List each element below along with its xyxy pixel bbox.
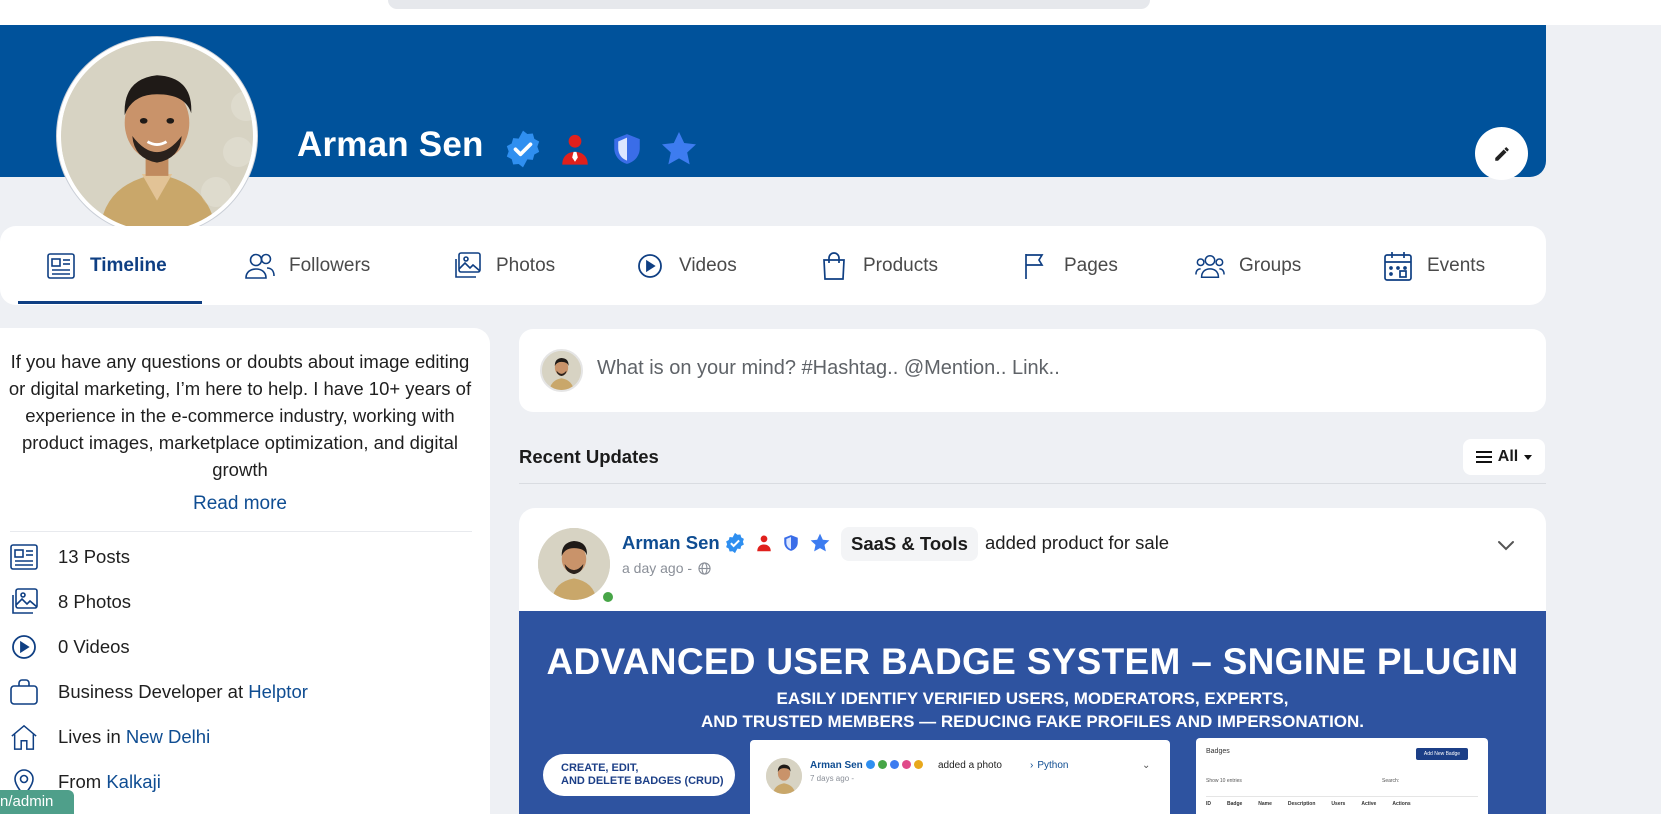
tab-videos[interactable]: Videos	[635, 226, 737, 305]
play-circle-icon	[10, 633, 38, 661]
active-tab-indicator	[18, 301, 202, 304]
status-bar-url: n/admin	[0, 790, 74, 814]
photos-icon	[10, 588, 38, 616]
tab-products[interactable]: Products	[819, 226, 938, 305]
avatar-upload-icon[interactable]	[201, 177, 231, 207]
verified-check-icon	[726, 532, 744, 554]
pencil-icon	[1494, 146, 1509, 161]
divider	[519, 483, 1546, 484]
admin-user-icon	[555, 129, 595, 169]
menu-lines-icon	[1475, 451, 1492, 463]
post-author-badges	[724, 532, 831, 554]
search-bar[interactable]	[388, 0, 1150, 9]
feed-title: Recent Updates	[519, 446, 659, 467]
post-timestamp: a day ago -	[622, 560, 711, 576]
top-navbar	[0, 0, 1661, 25]
post-author-name[interactable]: Arman Sen	[622, 532, 720, 554]
info-work: Business Developer at Helptor	[10, 678, 308, 706]
promo-headline: ADVANCED USER BADGE SYSTEM – SNGINE PLUG…	[546, 641, 1519, 682]
hometown-link[interactable]: Kalkaji	[106, 771, 161, 792]
stat-videos[interactable]: 0 Videos	[10, 633, 130, 661]
caret-down-icon	[1524, 454, 1533, 460]
about-card: If you have any questions or doubts abou…	[0, 328, 490, 814]
home-icon	[10, 723, 38, 751]
shopping-bag-icon	[819, 251, 849, 281]
post-category-chip[interactable]: SaaS & Tools	[841, 527, 978, 561]
chevron-down-icon: ⌄	[1142, 760, 1151, 771]
tab-pages[interactable]: Pages	[1020, 226, 1118, 305]
read-more-link[interactable]: Read more	[0, 493, 480, 515]
composer-avatar	[540, 349, 583, 392]
newspaper-icon	[46, 251, 76, 281]
profile-bio: If you have any questions or doubts abou…	[8, 351, 472, 480]
post-action-text: added product for sale	[985, 532, 1170, 553]
photos-icon	[452, 251, 482, 281]
profile-cover: Arman Sen	[0, 25, 1546, 235]
preview-badges	[866, 760, 923, 769]
composer-placeholder[interactable]: What is on your mind? #Hashtag.. @Mentio…	[597, 357, 1060, 380]
city-link[interactable]: New Delhi	[126, 726, 210, 747]
verified-check-icon	[503, 129, 543, 169]
promo-subheadline: EASILY IDENTIFY VERIFIED USERS, MODERATO…	[700, 689, 1365, 731]
avatar-delete-icon[interactable]	[231, 91, 253, 121]
tab-events[interactable]: Events	[1383, 226, 1485, 305]
play-circle-icon	[635, 251, 665, 281]
info-lives: Lives in New Delhi	[10, 723, 210, 751]
users-icon	[245, 251, 275, 281]
promo-feature-pill: CREATE, EDIT, AND DELETE BADGES (CRUD)	[543, 754, 735, 796]
group-icon	[1195, 251, 1225, 281]
profile-tabs: Timeline Followers Photos Videos Product…	[0, 226, 1546, 305]
work-link[interactable]: Helptor	[248, 681, 308, 702]
chevron-down-icon[interactable]	[1495, 534, 1517, 556]
feed-post: Arman Sen SaaS & Tools added product for…	[519, 508, 1546, 814]
feed-filter-dropdown[interactable]: All	[1463, 439, 1545, 475]
divider	[10, 531, 472, 532]
moderator-shield-icon	[784, 535, 798, 551]
newspaper-icon	[10, 543, 38, 571]
chevron-right-icon: ›	[1030, 760, 1034, 771]
stat-photos[interactable]: 8 Photos	[10, 588, 131, 616]
product-promo-image[interactable]: ADVANCED USER BADGE SYSTEM – SNGINE PLUG…	[519, 611, 1546, 814]
tab-groups[interactable]: Groups	[1195, 226, 1301, 305]
star-icon	[659, 129, 699, 169]
profile-avatar[interactable]	[57, 37, 257, 235]
profile-name: Arman Sen	[297, 125, 484, 164]
admin-user-icon	[757, 535, 771, 552]
calendar-icon	[1383, 251, 1413, 281]
edit-cover-button[interactable]	[1475, 127, 1528, 180]
promo-admin-table-preview: Badges Add New Badge Show 10 entries Sea…	[1196, 738, 1488, 814]
star-icon	[810, 533, 830, 552]
briefcase-icon	[10, 678, 38, 706]
post-author-avatar[interactable]	[538, 528, 610, 600]
globe-icon	[698, 561, 711, 575]
promo-post-preview: Arman Sen added a photo › Python 7 days a…	[750, 740, 1170, 814]
tab-followers[interactable]: Followers	[245, 226, 370, 305]
moderator-shield-icon	[607, 129, 647, 169]
profile-badges	[503, 129, 699, 169]
tab-photos[interactable]: Photos	[452, 226, 555, 305]
stat-posts[interactable]: 13 Posts	[10, 543, 130, 571]
online-status-dot	[601, 590, 615, 604]
post-composer[interactable]: What is on your mind? #Hashtag.. @Mentio…	[519, 329, 1546, 412]
avatar-crop-icon[interactable]	[223, 137, 253, 167]
preview-avatar	[766, 758, 802, 794]
flag-icon	[1020, 251, 1050, 281]
preview-table-header: ID Badge Name Description Users Active A…	[1206, 796, 1478, 807]
tab-timeline[interactable]: Timeline	[46, 226, 167, 305]
